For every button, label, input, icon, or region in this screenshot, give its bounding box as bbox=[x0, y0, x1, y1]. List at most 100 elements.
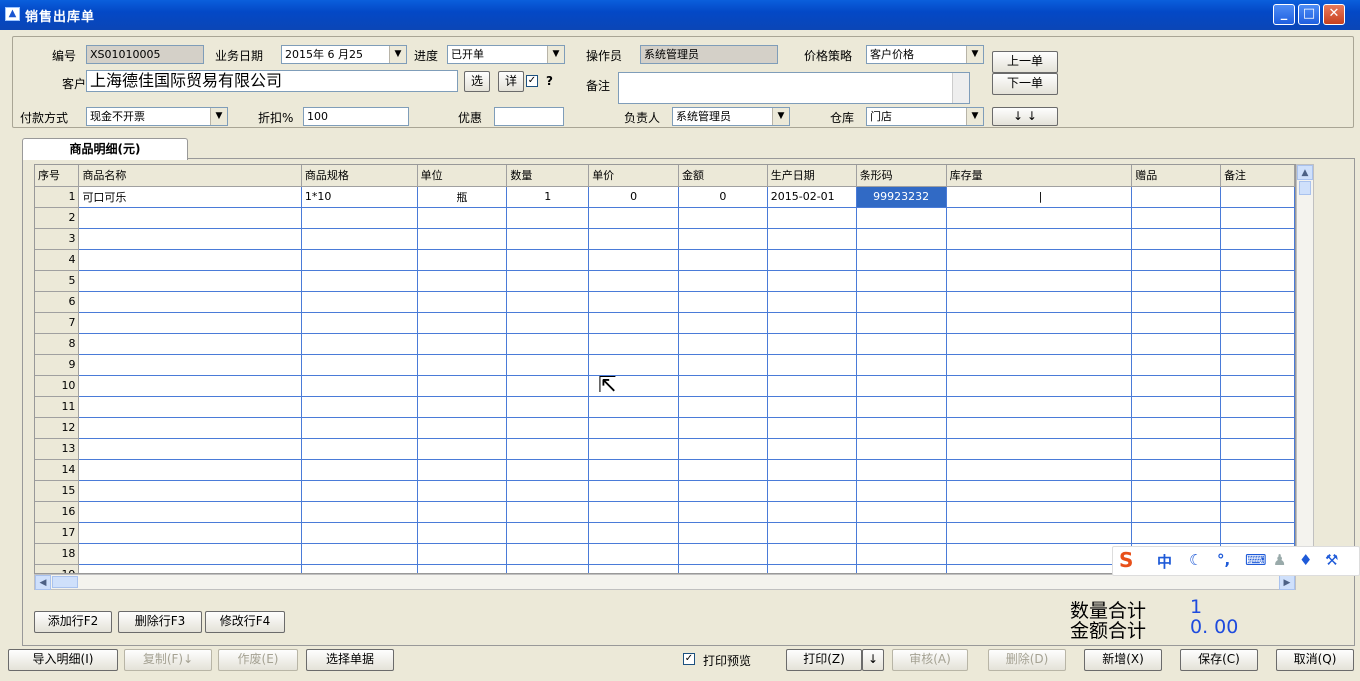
grid-cell[interactable] bbox=[767, 312, 857, 334]
grid-cell[interactable] bbox=[588, 312, 679, 334]
grid-cell[interactable] bbox=[1131, 207, 1222, 229]
grid-cell[interactable] bbox=[588, 396, 679, 418]
delete-row-button[interactable]: 删除行F3 bbox=[118, 611, 202, 633]
grid-cell[interactable] bbox=[1131, 438, 1222, 460]
grid-cell[interactable] bbox=[78, 312, 302, 334]
grid-cell[interactable] bbox=[506, 354, 590, 376]
ime-toolbar[interactable]: S 中 ☾ °, ⌨ ♟ ♦ ⚒ bbox=[1112, 546, 1360, 576]
void-button[interactable]: 作废(E) bbox=[218, 649, 298, 671]
grid-cell[interactable] bbox=[678, 270, 768, 292]
grid-cell[interactable] bbox=[506, 396, 590, 418]
customer-field[interactable]: 上海德佳国际贸易有限公司 bbox=[86, 70, 458, 92]
column-header[interactable]: 单价 bbox=[588, 165, 679, 187]
grid-cell[interactable] bbox=[678, 438, 768, 460]
grid-cell[interactable] bbox=[417, 270, 508, 292]
grid-cell[interactable]: | bbox=[946, 186, 1133, 208]
grid-cell[interactable] bbox=[856, 354, 947, 376]
table-row[interactable]: 12 bbox=[35, 417, 1295, 439]
grid-cell[interactable] bbox=[301, 375, 418, 397]
grid-cell[interactable] bbox=[1220, 291, 1295, 313]
grid-cell[interactable] bbox=[588, 459, 679, 481]
promo-field[interactable] bbox=[494, 107, 564, 126]
grid-cell[interactable] bbox=[78, 291, 302, 313]
cancel-button[interactable]: 取消(Q) bbox=[1276, 649, 1354, 671]
grid-cell[interactable] bbox=[301, 291, 418, 313]
grid-horizontal-scrollbar[interactable]: ◀ ▶ bbox=[34, 574, 1296, 590]
grid-cell[interactable] bbox=[588, 333, 679, 355]
grid-cell[interactable]: 0 bbox=[588, 186, 679, 208]
grid-cell[interactable] bbox=[506, 375, 590, 397]
grid-cell[interactable] bbox=[78, 228, 302, 250]
grid-cell[interactable] bbox=[506, 249, 590, 271]
grid-cell[interactable] bbox=[78, 417, 302, 439]
date-picker[interactable]: 2015年 6 月25 ▼ bbox=[281, 45, 407, 64]
table-row[interactable]: 5 bbox=[35, 270, 1295, 292]
grid-cell[interactable] bbox=[678, 354, 768, 376]
manager-dropdown-icon[interactable]: ▼ bbox=[772, 108, 789, 125]
new-document-button[interactable]: 新增(X) bbox=[1084, 649, 1162, 671]
grid-cell[interactable] bbox=[856, 396, 947, 418]
grid-cell[interactable] bbox=[767, 459, 857, 481]
grid-cell[interactable] bbox=[856, 480, 947, 502]
grid-cell[interactable] bbox=[767, 522, 857, 544]
grid-cell[interactable] bbox=[506, 228, 590, 250]
column-header[interactable]: 金额 bbox=[678, 165, 768, 187]
grid-cell[interactable] bbox=[588, 354, 679, 376]
customer-detail-button[interactable]: 详 bbox=[498, 71, 524, 92]
grid-cell[interactable] bbox=[1220, 333, 1295, 355]
grid-cell[interactable] bbox=[767, 480, 857, 502]
grid-cell[interactable] bbox=[678, 312, 768, 334]
grid-cell[interactable] bbox=[1131, 375, 1222, 397]
settings-wrench-icon[interactable]: ⚒ bbox=[1325, 551, 1338, 569]
remark-textarea[interactable] bbox=[618, 72, 970, 104]
table-row[interactable]: 2 bbox=[35, 207, 1295, 229]
grid-cell[interactable] bbox=[588, 522, 679, 544]
grid-cell[interactable] bbox=[301, 228, 418, 250]
grid-cell[interactable] bbox=[417, 291, 508, 313]
grid-cell[interactable] bbox=[946, 396, 1133, 418]
print-preview-checkbox[interactable]: ✓ bbox=[683, 653, 695, 665]
column-header[interactable]: 库存量 bbox=[946, 165, 1133, 187]
grid-cell[interactable] bbox=[856, 417, 947, 439]
discount-field[interactable]: 100 bbox=[303, 107, 409, 126]
grid-cell[interactable] bbox=[856, 270, 947, 292]
grid-cell[interactable] bbox=[301, 438, 418, 460]
customer-checkbox[interactable]: ✓ bbox=[526, 75, 538, 87]
grid-cell[interactable] bbox=[301, 396, 418, 418]
grid-cell[interactable]: 1*10 bbox=[301, 186, 418, 208]
grid-cell[interactable] bbox=[1220, 270, 1295, 292]
grid-cell[interactable] bbox=[417, 354, 508, 376]
grid-cell[interactable] bbox=[1131, 291, 1222, 313]
grid-cell[interactable] bbox=[506, 270, 590, 292]
grid-cell[interactable] bbox=[856, 375, 947, 397]
user-icon[interactable]: ♟ bbox=[1273, 551, 1286, 569]
import-detail-button[interactable]: 导入明细(I) bbox=[8, 649, 118, 671]
grid-cell[interactable] bbox=[301, 354, 418, 376]
grid-cell[interactable] bbox=[301, 312, 418, 334]
grid-cell[interactable] bbox=[767, 354, 857, 376]
progress-dropdown-icon[interactable]: ▼ bbox=[547, 46, 564, 63]
grid-cell[interactable] bbox=[588, 270, 679, 292]
grid-cell[interactable] bbox=[506, 543, 590, 565]
grid-cell[interactable] bbox=[946, 375, 1133, 397]
grid-cell[interactable] bbox=[1220, 186, 1295, 208]
table-row[interactable]: 3 bbox=[35, 228, 1295, 250]
grid-cell[interactable] bbox=[78, 480, 302, 502]
table-row[interactable]: 1 可口可乐 1*10 瓶 1 0 0 2015-02-01 99923232 | bbox=[35, 186, 1295, 208]
grid-cell[interactable] bbox=[767, 564, 857, 573]
grid-cell[interactable] bbox=[1220, 249, 1295, 271]
close-button[interactable]: ✕ bbox=[1323, 4, 1345, 25]
table-row[interactable]: 18 bbox=[35, 543, 1295, 565]
grid-cell[interactable] bbox=[78, 249, 302, 271]
grid-cell[interactable] bbox=[506, 459, 590, 481]
grid-cell[interactable] bbox=[506, 522, 590, 544]
grid-cell[interactable] bbox=[767, 333, 857, 355]
grid-cell[interactable] bbox=[1220, 207, 1295, 229]
grid-cell[interactable] bbox=[946, 417, 1133, 439]
grid-cell[interactable] bbox=[678, 480, 768, 502]
minimize-button[interactable]: _ bbox=[1273, 4, 1295, 25]
scroll-left-icon[interactable]: ◀ bbox=[35, 575, 51, 590]
code-field[interactable]: XS01010005 bbox=[86, 45, 204, 64]
grid-cell[interactable] bbox=[417, 522, 508, 544]
grid-cell[interactable] bbox=[1220, 480, 1295, 502]
